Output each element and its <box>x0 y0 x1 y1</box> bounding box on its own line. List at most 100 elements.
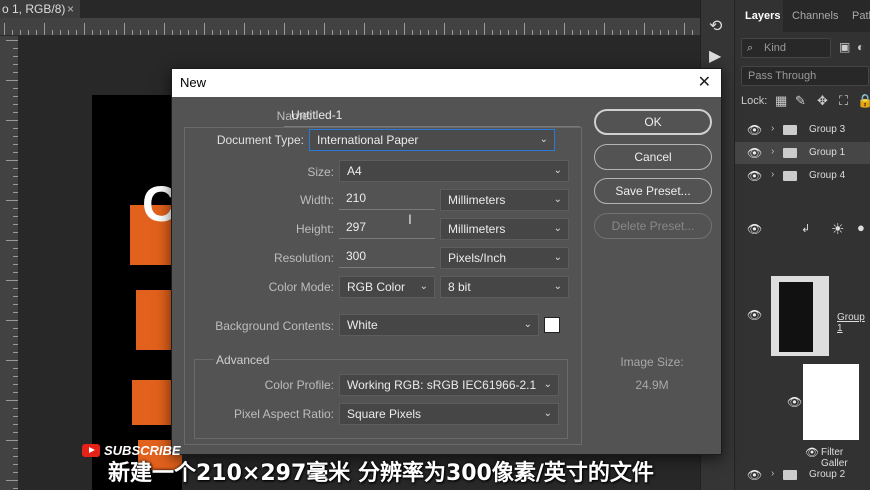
lock-pixels-icon[interactable]: ✎ <box>795 93 806 109</box>
ruler-tick <box>284 23 285 35</box>
resolution-unit-value: Pixels/Inch <box>448 251 507 265</box>
eye-icon[interactable]: 👁 <box>747 308 762 322</box>
play-actions-icon[interactable]: ▶ <box>709 46 721 66</box>
ruler-tick <box>324 23 325 35</box>
chevron-right-icon[interactable]: › <box>771 468 774 479</box>
resolution-unit-select[interactable]: Pixels/Inch ⌄ <box>440 247 569 269</box>
bit-depth-select[interactable]: 8 bit ⌄ <box>440 276 569 298</box>
eye-icon[interactable]: 👁 <box>747 169 762 183</box>
ruler-tick <box>340 30 341 35</box>
ruler-tick <box>20 30 21 35</box>
ruler-tick <box>6 160 18 161</box>
ruler-tick <box>6 240 18 241</box>
ruler-tick <box>6 280 18 281</box>
tab-layers[interactable]: Layers <box>745 10 780 22</box>
ruler-tick <box>6 120 18 121</box>
layer-row-selected[interactable]: 👁 › Group 1 <box>735 142 870 164</box>
ruler-tick <box>172 30 173 35</box>
ruler-tick <box>492 30 493 35</box>
ruler-tick <box>588 30 589 35</box>
chevron-right-icon[interactable]: › <box>771 169 774 180</box>
eye-icon[interactable]: 👁 <box>805 446 819 459</box>
eye-icon[interactable]: 👁 <box>747 146 762 160</box>
ruler-tick <box>628 30 629 35</box>
eye-icon[interactable]: 👁 <box>787 395 802 409</box>
ruler-tick <box>308 30 309 35</box>
height-field[interactable]: 297 <box>339 217 435 239</box>
dialog-titlebar: New ✕ <box>172 69 721 97</box>
blend-mode-select[interactable]: Pass Through <box>741 66 869 86</box>
ok-button[interactable]: OK <box>594 109 712 135</box>
background-contents-select[interactable]: White ⌄ <box>339 314 539 336</box>
document-tab[interactable]: o 1, RGB/8) × <box>0 0 80 18</box>
lock-label: Lock: <box>741 95 768 107</box>
ruler-tick <box>692 30 693 35</box>
size-value: A4 <box>347 164 362 178</box>
ruler-tick <box>4 23 5 35</box>
width-unit-select[interactable]: Millimeters ⌄ <box>440 189 569 211</box>
layer-row[interactable]: 👁 › Group 2 <box>735 464 870 486</box>
pixel-aspect-select[interactable]: Square Pixels ⌄ <box>339 403 559 425</box>
size-select[interactable]: A4 ⌄ <box>339 160 569 182</box>
color-mode-select[interactable]: RGB Color ⌄ <box>339 276 435 298</box>
document-tab-close-icon[interactable]: × <box>67 0 74 18</box>
ruler-tick <box>396 30 397 35</box>
ruler-tick <box>668 30 669 35</box>
tab-channels[interactable]: Channels <box>792 10 838 22</box>
close-icon[interactable]: ✕ <box>698 69 711 97</box>
history-icon[interactable]: ⟲ <box>709 16 722 36</box>
layer-row[interactable]: 👁 › Group 4 <box>735 165 870 187</box>
ruler-tick <box>28 30 29 35</box>
chevron-right-icon[interactable]: › <box>771 123 774 134</box>
search-icon: ⌕ <box>747 42 754 54</box>
adjustment-layer-row[interactable]: 👁 ↲ ☀ ● <box>735 218 870 240</box>
eye-icon[interactable]: 👁 <box>747 468 762 482</box>
image-filter-icon[interactable]: ▣ <box>839 40 850 54</box>
ruler-tick <box>244 23 245 35</box>
layer-row[interactable]: 👁 › Group 3 <box>735 119 870 141</box>
adjustment-filter-icon[interactable]: ◐ <box>857 40 864 54</box>
color-mode-label: Color Mode: <box>268 280 334 294</box>
lock-position-icon[interactable]: ✥ <box>817 93 828 109</box>
ruler-tick <box>52 30 53 35</box>
save-preset-button[interactable]: Save Preset... <box>594 178 712 204</box>
lock-artboard-icon[interactable]: ⛶ <box>839 93 848 109</box>
document-canvas[interactable] <box>92 95 182 490</box>
folder-icon <box>783 125 797 135</box>
ruler-tick <box>212 30 213 35</box>
ruler-tick <box>6 200 18 201</box>
background-color-swatch[interactable] <box>544 317 560 333</box>
chevron-down-icon: ⌄ <box>523 319 532 330</box>
color-profile-label: Color Profile: <box>264 378 334 392</box>
tab-paths[interactable]: Path <box>852 10 870 22</box>
advanced-label: Advanced <box>214 353 272 367</box>
document-type-select[interactable]: International Paper ⌄ <box>309 129 555 151</box>
ruler-tick <box>44 23 45 35</box>
height-label: Height: <box>295 222 334 236</box>
ruler-tick <box>596 30 597 35</box>
name-field[interactable]: Untitled-1 <box>284 105 580 127</box>
background-contents-label: Background Contents: <box>215 319 334 333</box>
eye-icon[interactable]: 👁 <box>747 222 762 236</box>
ruler-tick <box>6 440 18 441</box>
ruler-tick <box>524 23 525 35</box>
eye-icon[interactable]: 👁 <box>747 123 762 137</box>
color-profile-select[interactable]: Working RGB: sRGB IEC61966-2.1 ⌄ <box>339 374 559 396</box>
ruler-tick <box>404 23 405 35</box>
resolution-field[interactable]: 300 <box>339 246 435 268</box>
folder-icon <box>783 470 797 480</box>
ruler-tick <box>444 23 445 35</box>
width-field[interactable]: 210 <box>339 188 435 210</box>
kind-filter-select[interactable]: ⌕ Kind <box>741 38 831 58</box>
filter-mask-thumbnail <box>803 364 859 440</box>
ruler-tick <box>572 30 573 35</box>
ruler-tick <box>380 30 381 35</box>
cancel-button[interactable]: Cancel <box>594 144 712 170</box>
lock-transparency-icon[interactable]: ▦ <box>775 93 787 109</box>
chevron-down-icon: ⌄ <box>553 223 562 234</box>
ruler-tick <box>6 400 18 401</box>
chevron-right-icon[interactable]: › <box>771 146 774 157</box>
layer-name: Group 1 <box>837 312 865 334</box>
lock-all-icon[interactable]: 🔒 <box>857 93 870 109</box>
height-unit-select[interactable]: Millimeters ⌄ <box>440 218 569 240</box>
